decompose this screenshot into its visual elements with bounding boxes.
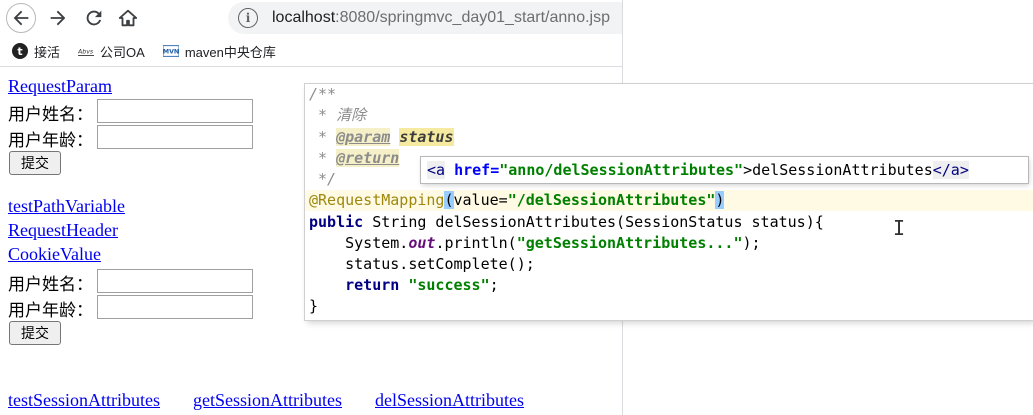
code-line: System.out.println("getSessionAttributes…	[309, 233, 761, 254]
bookmark-jiehuo[interactable]: t 接活	[12, 42, 60, 61]
code-token: value=	[453, 191, 508, 209]
code-editor-overlay: /** * 清除 * @param status * @return */ @R…	[305, 84, 1033, 320]
code-token: "getSessionAttributes..."	[516, 234, 743, 252]
reload-icon	[86, 10, 102, 26]
svg-text:Abvs: Abvs	[78, 49, 94, 56]
bookmark-company-oa[interactable]: Abvs 公司OA	[78, 42, 145, 61]
code-line: @RequestMapping(value="/delSessionAttrib…	[309, 190, 725, 211]
bookmark-label: 公司OA	[100, 44, 145, 60]
bookmark-label: maven中央仓库	[184, 44, 276, 60]
url-host: localhost	[272, 9, 336, 26]
link-requestheader[interactable]: RequestHeader	[8, 220, 118, 241]
code-token: (	[444, 191, 454, 209]
t-circle-icon: t	[12, 43, 28, 59]
bookmark-maven[interactable]: MVN maven中央仓库	[162, 42, 276, 61]
svg-text:MVN: MVN	[163, 49, 179, 56]
code-token: @param	[336, 128, 391, 146]
code-token: "/delSessionAttributes"	[507, 191, 716, 209]
code-token: .println(	[435, 234, 517, 252]
code-token: href=	[445, 161, 500, 179]
code-token: </a>	[932, 161, 969, 179]
link-requestparam[interactable]: RequestParam	[8, 76, 112, 97]
code-token: status	[399, 128, 454, 146]
svg-text:t: t	[17, 45, 22, 58]
bookmarks-bar: t 接活 Abvs 公司OA MVN maven中央仓库	[0, 37, 622, 65]
link-delsessionattributes[interactable]: delSessionAttributes	[375, 390, 524, 411]
forward-button[interactable]	[44, 4, 72, 32]
info-icon[interactable]: i	[238, 8, 258, 28]
age-input[interactable]	[97, 295, 253, 319]
code-token: System.	[309, 234, 409, 252]
code-line: * 清除	[309, 106, 367, 124]
code-token: String delSessionAttributes(SessionStatu…	[363, 213, 824, 231]
code-line: }	[309, 297, 319, 315]
link-testsessionattributes[interactable]: testSessionAttributes	[8, 390, 160, 411]
code-token: *	[309, 128, 337, 146]
code-token: *	[309, 149, 337, 167]
code-line: */	[309, 170, 337, 188]
code-line: public String delSessionAttributes(Sessi…	[309, 212, 824, 233]
code-token: out	[408, 234, 436, 252]
code-token: >delSessionAttributes	[743, 161, 933, 179]
code-token: <a	[427, 161, 446, 179]
code-token: return	[309, 276, 400, 294]
arrow-right-icon	[50, 10, 66, 26]
code-token: )	[715, 191, 725, 209]
submit-button[interactable]: 提交	[9, 151, 61, 175]
reload-button[interactable]	[80, 4, 108, 32]
code-hint-popup: <a href="anno/delSessionAttributes">delS…	[421, 157, 1028, 183]
mvn-icon: MVN	[162, 43, 179, 59]
age-label: 用户年龄：	[8, 301, 93, 320]
code-token: @RequestMapping	[309, 191, 445, 209]
address-bar[interactable]: i localhost:8080/springmvc_day01_start/a…	[228, 2, 622, 34]
link-testpathvariable[interactable]: testPathVariable	[8, 196, 125, 217]
code-token: ;	[489, 276, 499, 294]
back-button[interactable]	[6, 3, 36, 33]
code-line: * @param status	[309, 127, 454, 148]
code-token: public	[309, 213, 364, 231]
home-icon	[118, 9, 138, 27]
code-line: * @return	[309, 148, 400, 169]
code-line: return "success";	[309, 275, 499, 296]
code-line: /**	[309, 85, 337, 103]
username-input[interactable]	[97, 269, 253, 293]
link-getsessionattributes[interactable]: getSessionAttributes	[193, 390, 342, 411]
code-token: "anno/delSessionAttributes"	[499, 161, 744, 179]
age-input[interactable]	[97, 125, 253, 149]
submit-button[interactable]: 提交	[9, 321, 61, 345]
arrow-left-icon	[13, 10, 29, 26]
url-text: localhost:8080/springmvc_day01_start/ann…	[272, 9, 610, 27]
username-label: 用户姓名：	[8, 275, 93, 294]
code-token: "success"	[399, 276, 490, 294]
text-cursor-icon: I	[893, 216, 906, 240]
url-path: :8080/springmvc_day01_start/anno.jsp	[335, 9, 610, 26]
browser-toolbar: i localhost:8080/springmvc_day01_start/a…	[0, 0, 622, 36]
link-cookievalue[interactable]: CookieValue	[8, 244, 101, 265]
username-label: 用户姓名：	[8, 105, 93, 124]
age-label: 用户年龄：	[8, 131, 93, 150]
code-token: @return	[336, 149, 400, 167]
code-token: );	[742, 234, 761, 252]
username-input[interactable]	[97, 99, 253, 123]
code-line: status.setComplete();	[309, 255, 535, 273]
abvs-icon: Abvs	[78, 43, 95, 59]
bookmark-label: 接活	[34, 44, 61, 60]
home-button[interactable]	[114, 4, 142, 32]
